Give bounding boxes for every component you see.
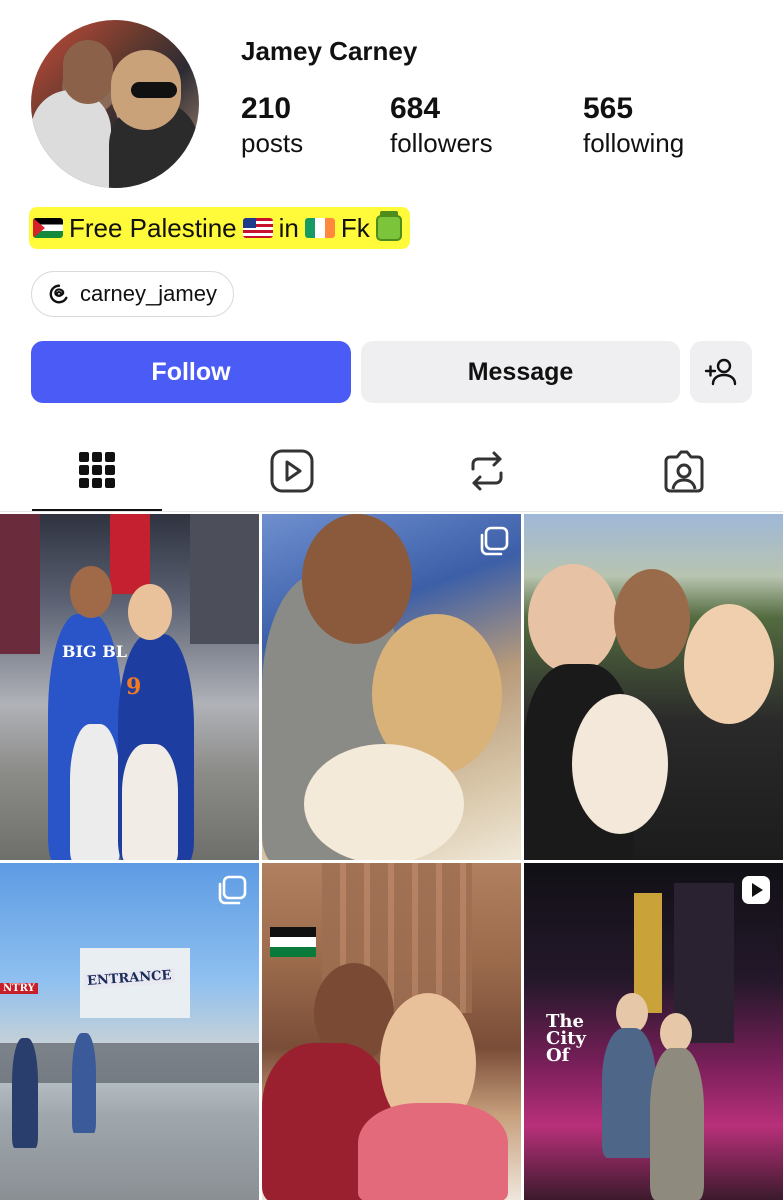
post-thumbnail[interactable] <box>262 514 521 860</box>
profile-tabs <box>0 430 783 512</box>
post-thumbnail[interactable]: ENTRANCE NTRY <box>0 863 259 1200</box>
tabs-divider <box>0 511 783 512</box>
flag-ireland-icon <box>304 218 335 238</box>
bio-text: in <box>278 212 299 243</box>
carousel-icon <box>218 875 247 905</box>
bio-text: Free Palestine <box>69 212 237 243</box>
dog <box>572 694 668 834</box>
profile-avatar[interactable] <box>31 20 199 188</box>
post-thumbnail[interactable]: The City Of <box>524 863 783 1200</box>
building-sign <box>0 514 40 654</box>
flag-usa-icon <box>242 218 273 238</box>
shirt-text: BIG BL <box>62 642 128 661</box>
dog <box>304 744 464 860</box>
avatar-sunglasses <box>131 82 177 98</box>
person-plus-icon <box>704 358 737 386</box>
avatar-figure <box>31 90 111 188</box>
following-label: following <box>583 128 685 158</box>
stat-followers[interactable]: 684 followers <box>390 92 493 160</box>
reel-icon <box>742 876 770 904</box>
person-head <box>684 604 774 724</box>
person-head <box>128 584 172 640</box>
jersey-number: 9 <box>126 674 142 700</box>
bio-text: Fk <box>340 212 370 243</box>
post-thumbnail[interactable]: BIG BL 9 <box>0 514 259 860</box>
person-head <box>528 564 618 674</box>
city-of-sign: The City Of <box>546 1011 586 1066</box>
entry-sign: NTRY <box>0 983 38 994</box>
posts-count: 210 <box>241 92 292 125</box>
tab-reels[interactable] <box>227 430 357 512</box>
person-skirt <box>122 744 178 860</box>
threads-link[interactable]: carney_jamey <box>31 271 234 317</box>
person-head <box>302 514 412 644</box>
avatar-figure <box>63 40 113 104</box>
add-friend-button[interactable] <box>690 341 752 403</box>
threads-icon <box>49 284 68 304</box>
person-head <box>616 993 648 1033</box>
person-head <box>660 1013 692 1053</box>
person-figure <box>12 1038 38 1148</box>
followers-count: 684 <box>390 92 441 125</box>
pickle-jar-icon <box>375 211 402 241</box>
person-figure <box>650 1048 704 1200</box>
followers-label: followers <box>390 128 493 158</box>
building <box>190 514 259 644</box>
reels-icon <box>270 449 314 493</box>
grid-icon <box>79 451 115 488</box>
person-head <box>614 569 690 669</box>
carousel-icon <box>480 526 509 556</box>
message-button[interactable]: Message <box>361 341 680 403</box>
tab-posts-grid[interactable] <box>32 430 162 512</box>
following-count: 565 <box>583 92 634 125</box>
threads-handle: carney_jamey <box>80 281 217 306</box>
flag-palestine-icon <box>33 218 63 238</box>
profile-username: Jamey Carney <box>241 36 418 66</box>
keffiyeh-scarf <box>358 1103 508 1200</box>
stat-following[interactable]: 565 following <box>583 92 684 160</box>
repost-icon <box>471 451 503 491</box>
tab-reposts[interactable] <box>422 430 552 512</box>
posts-label: posts <box>241 128 304 158</box>
person-figure <box>72 1033 96 1133</box>
crowd <box>0 1043 259 1083</box>
post-thumbnail[interactable] <box>262 863 521 1200</box>
post-thumbnail[interactable] <box>524 514 783 860</box>
person-head <box>70 566 112 618</box>
tab-tagged[interactable] <box>619 430 749 512</box>
posts-grid: BIG BL 9 ENTRANCE NTRY The City Of <box>0 514 783 1200</box>
person-pants <box>70 724 120 860</box>
stat-posts[interactable]: 210 posts <box>241 92 303 160</box>
building-sign <box>110 514 150 594</box>
jordan-flag <box>270 927 316 957</box>
person-figure <box>602 1028 656 1158</box>
follow-button[interactable]: Follow <box>31 341 351 403</box>
tagged-icon <box>664 450 704 493</box>
profile-bio: Free Palestine in Fk <box>29 207 410 249</box>
